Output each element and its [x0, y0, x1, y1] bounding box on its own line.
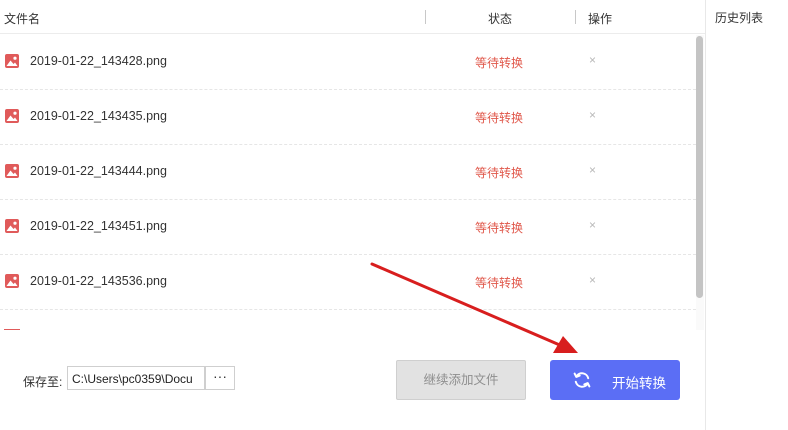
file-status: 等待转换: [475, 56, 524, 70]
footer-bar: 保存至: C:\Users\pc0359\Docu ··· 继续添加文件 开始转…: [0, 330, 705, 430]
column-header-filename: 文件名: [4, 12, 41, 26]
image-file-icon: [5, 109, 19, 123]
close-icon[interactable]: ×: [589, 163, 596, 177]
start-convert-label: 开始转换: [612, 376, 666, 391]
file-name: 2019-01-22_143428.png: [30, 54, 167, 68]
file-status: 等待转换: [475, 221, 524, 235]
image-file-icon: [5, 164, 19, 178]
file-row[interactable]: 2019-01-22_143428.png 等待转换 ×: [0, 35, 696, 90]
file-name: 2019-01-22_143536.png: [30, 274, 167, 288]
image-file-icon: [5, 274, 19, 288]
file-row[interactable]: 2019-01-22_143435.png 等待转换 ×: [0, 90, 696, 145]
file-row[interactable]: 2019-01-22_143536.png 等待转换 ×: [0, 255, 696, 310]
column-header-status: 状态: [488, 12, 513, 26]
close-icon[interactable]: ×: [589, 53, 596, 67]
scrollbar-thumb[interactable]: [696, 36, 703, 298]
column-header-operation: 操作: [588, 12, 613, 26]
file-name: 2019-01-22_143451.png: [30, 219, 167, 233]
image-file-icon: [5, 219, 19, 233]
file-list-header: 文件名 状态 操作: [0, 0, 705, 34]
file-status: 等待转换: [475, 166, 524, 180]
close-icon[interactable]: ×: [589, 273, 596, 287]
file-name: 2019-01-22_143435.png: [30, 109, 167, 123]
save-path-input[interactable]: C:\Users\pc0359\Docu: [67, 366, 205, 390]
column-divider: [425, 10, 426, 24]
column-divider: [575, 10, 576, 24]
browse-folder-button[interactable]: ···: [205, 366, 235, 390]
file-list: 2019-01-22_143428.png 等待转换 × 2019-01-22_…: [0, 35, 696, 330]
image-file-icon: [5, 54, 19, 68]
file-status: 等待转换: [475, 111, 524, 125]
close-icon[interactable]: ×: [589, 108, 596, 122]
start-convert-button[interactable]: 开始转换: [550, 360, 680, 400]
refresh-icon: [573, 372, 591, 388]
close-icon[interactable]: ×: [589, 218, 596, 232]
history-list-title: 历史列表: [715, 11, 764, 25]
file-name: 2019-01-22_143444.png: [30, 164, 167, 178]
add-files-button[interactable]: 继续添加文件: [396, 360, 526, 400]
save-path-value: C:\Users\pc0359\Docu: [72, 372, 193, 386]
history-panel: 历史列表: [705, 0, 788, 430]
save-to-label: 保存至:: [23, 375, 63, 389]
converter-main-panel: 文件名 状态 操作 2019-01-22_143428.png 等待转换 × 2…: [0, 0, 705, 430]
file-row[interactable]: 2019-01-22_143444.png 等待转换 ×: [0, 145, 696, 200]
file-status: 等待转换: [475, 276, 524, 290]
file-row[interactable]: 2019-01-22_143451.png 等待转换 ×: [0, 200, 696, 255]
